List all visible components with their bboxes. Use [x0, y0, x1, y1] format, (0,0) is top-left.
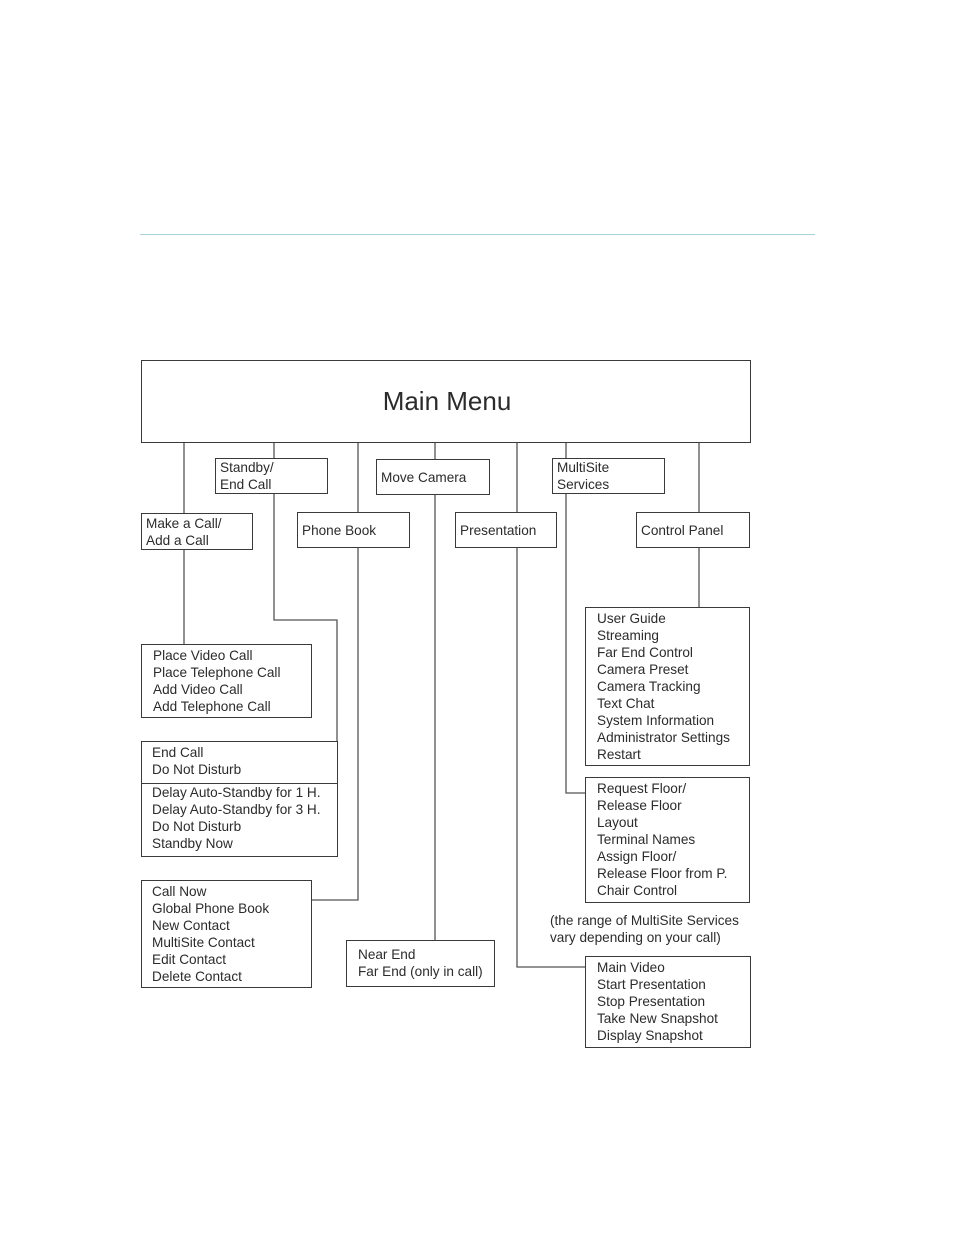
- main-menu-box[interactable]: Main Menu: [141, 360, 751, 443]
- main-menu-title: Main Menu: [382, 386, 512, 416]
- submenu-item[interactable]: Main Video: [597, 959, 750, 976]
- submenu-control-panel: User Guide Streaming Far End Control Cam…: [585, 607, 750, 766]
- submenu-item[interactable]: Place Telephone Call: [153, 664, 311, 681]
- submenu-item[interactable]: Start Presentation: [597, 976, 750, 993]
- submenu-divider: [142, 783, 337, 784]
- submenu-multisite-services: Request Floor/ Release Floor Layout Term…: [585, 777, 750, 903]
- submenu-item[interactable]: Delay Auto-Standby for 3 H.: [152, 801, 337, 818]
- menu-label: Standby/: [220, 460, 274, 475]
- submenu-item[interactable]: Near End: [358, 946, 494, 963]
- submenu-item[interactable]: Terminal Names: [597, 831, 749, 848]
- submenu-item[interactable]: Release Floor from P.: [597, 865, 749, 882]
- submenu-item[interactable]: Request Floor/: [597, 780, 749, 797]
- menu-move-camera[interactable]: Move Camera: [376, 459, 490, 495]
- connector-presentation-sub: [516, 547, 585, 968]
- submenu-item[interactable]: Text Chat: [597, 695, 749, 712]
- menu-label: Services: [557, 477, 610, 492]
- submenu-item[interactable]: Standby Now: [152, 835, 337, 852]
- submenu-item[interactable]: Delay Auto-Standby for 1 H.: [152, 784, 337, 801]
- submenu-item[interactable]: User Guide: [597, 610, 749, 627]
- menu-label: MultiSite: [557, 460, 610, 475]
- menu-multisite-services[interactable]: MultiSite Services: [552, 458, 665, 494]
- submenu-item[interactable]: Assign Floor/: [597, 848, 749, 865]
- menu-presentation[interactable]: Presentation: [455, 512, 557, 548]
- submenu-item[interactable]: Layout: [597, 814, 749, 831]
- connector-lines: [183, 443, 700, 968]
- submenu-item[interactable]: Chair Control: [597, 882, 749, 899]
- submenu-item[interactable]: Edit Contact: [152, 951, 311, 968]
- submenu-item[interactable]: Do Not Disturb: [152, 818, 337, 835]
- menu-label: Make a Call/: [146, 515, 222, 531]
- submenu-item[interactable]: Restart: [597, 746, 749, 763]
- menu-label: Move Camera: [381, 469, 467, 485]
- submenu-standby: End Call Do Not Disturb Delay Auto-Stand…: [141, 741, 338, 857]
- submenu-item[interactable]: System Information: [597, 712, 749, 729]
- submenu-item[interactable]: Take New Snapshot: [597, 1010, 750, 1027]
- submenu-item[interactable]: End Call: [152, 744, 337, 761]
- submenu-item[interactable]: MultiSite Contact: [152, 934, 311, 951]
- submenu-item[interactable]: Delete Contact: [152, 968, 311, 985]
- menu-label: Control Panel: [641, 522, 724, 538]
- submenu-item[interactable]: Far End (only in call): [358, 963, 494, 980]
- note-line: (the range of MultiSite Services: [550, 913, 739, 928]
- submenu-item[interactable]: Release Floor: [597, 797, 749, 814]
- menu-phone-book[interactable]: Phone Book: [297, 512, 410, 548]
- submenu-move-camera: Near End Far End (only in call): [346, 940, 495, 987]
- submenu-item[interactable]: Global Phone Book: [152, 900, 311, 917]
- menu-standby-end-call[interactable]: Standby/ End Call: [215, 458, 328, 494]
- menu-label: Presentation: [460, 522, 537, 538]
- submenu-item[interactable]: Do Not Disturb: [152, 761, 337, 778]
- multisite-note: (the range of MultiSite Services vary de…: [550, 912, 739, 946]
- submenu-presentation: Main Video Start Presentation Stop Prese…: [585, 956, 751, 1048]
- menu-control-panel[interactable]: Control Panel: [636, 512, 750, 548]
- submenu-item[interactable]: Streaming: [597, 627, 749, 644]
- submenu-item[interactable]: Add Video Call: [153, 681, 311, 698]
- connector-multisite-sub: [565, 494, 585, 794]
- submenu-item[interactable]: New Contact: [152, 917, 311, 934]
- menu-label: Add a Call: [146, 532, 209, 548]
- submenu-item[interactable]: Call Now: [152, 883, 311, 900]
- note-line: vary depending on your call): [550, 930, 721, 945]
- submenu-item[interactable]: Place Video Call: [153, 647, 311, 664]
- submenu-item[interactable]: Camera Tracking: [597, 678, 749, 695]
- submenu-make-call: Place Video Call Place Telephone Call Ad…: [141, 644, 312, 718]
- submenu-item[interactable]: Far End Control: [597, 644, 749, 661]
- submenu-item[interactable]: Add Telephone Call: [153, 698, 311, 715]
- menu-label: Phone Book: [302, 522, 377, 538]
- menu-make-call[interactable]: Make a Call/ Add a Call: [141, 513, 253, 550]
- submenu-item[interactable]: Display Snapshot: [597, 1027, 750, 1044]
- submenu-item[interactable]: Camera Preset: [597, 661, 749, 678]
- submenu-phone-book: Call Now Global Phone Book New Contact M…: [141, 880, 312, 988]
- submenu-item[interactable]: Administrator Settings: [597, 729, 749, 746]
- menu-label: End Call: [220, 477, 272, 492]
- submenu-item[interactable]: Stop Presentation: [597, 993, 750, 1010]
